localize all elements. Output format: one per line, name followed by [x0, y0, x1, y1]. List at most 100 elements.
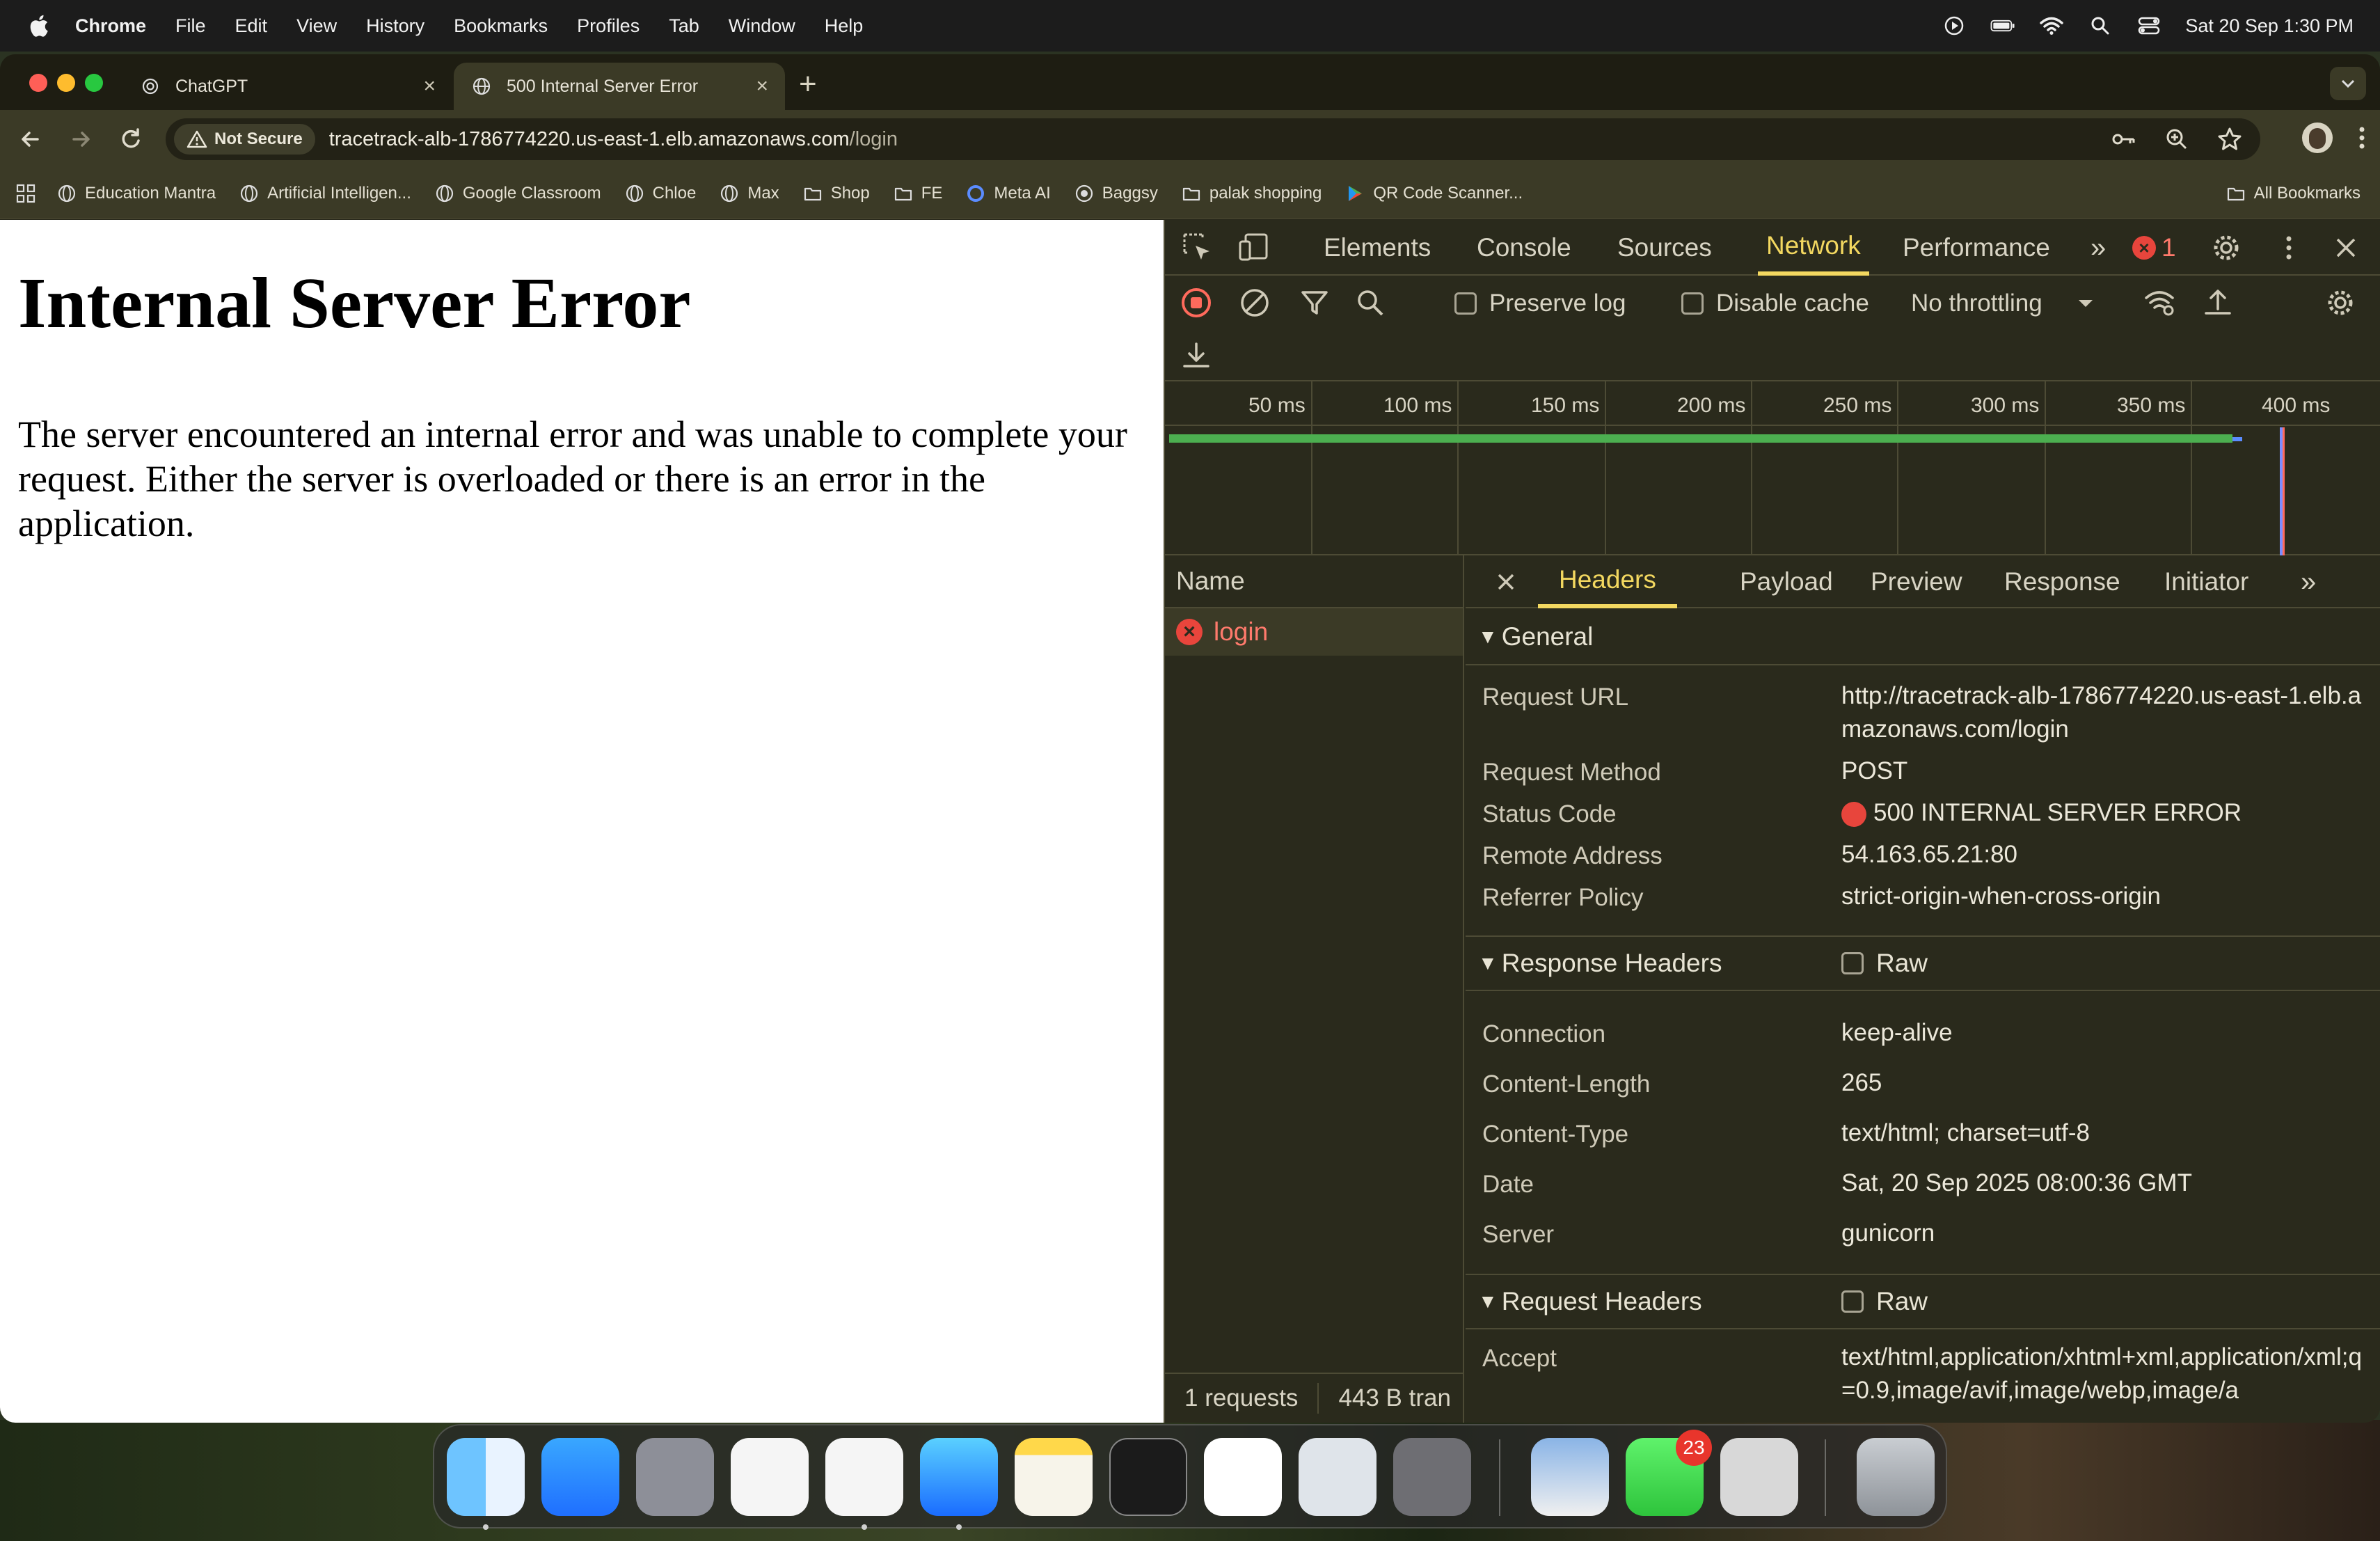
close-detail-icon[interactable]: [1492, 568, 1520, 596]
bookmark-folder-palak-shopping[interactable]: palak shopping: [1182, 184, 1322, 203]
back-arrow-icon[interactable]: [15, 124, 46, 155]
kebab-menu-icon[interactable]: [2358, 124, 2366, 152]
zoom-icon[interactable]: [2163, 125, 2191, 153]
bookmark-education-mantra[interactable]: Education Mantra: [57, 184, 216, 203]
section-response-headers[interactable]: ▼ Response Headers Raw: [1466, 935, 2380, 991]
network-conditions-icon[interactable]: [2142, 285, 2177, 320]
request-row-login[interactable]: × login: [1165, 608, 1463, 656]
record-stop-icon[interactable]: [1179, 285, 1214, 320]
bookmark-qr-code-scanner[interactable]: QR Code Scanner...: [1345, 184, 1523, 203]
url-text[interactable]: tracetrack-alb-1786774220.us-east-1.elb.…: [329, 128, 898, 151]
checkbox-box[interactable]: [1841, 952, 1864, 974]
menu-help[interactable]: Help: [825, 15, 864, 37]
bookmark-chloe[interactable]: Chloe: [625, 184, 696, 203]
device-toolbar-icon[interactable]: [1237, 230, 1272, 265]
raw-toggle[interactable]: Raw: [1841, 1287, 1928, 1316]
checkbox-box[interactable]: [1681, 292, 1704, 315]
window-zoom-button[interactable]: [85, 74, 103, 92]
detail-tab-headers[interactable]: Headers: [1538, 555, 1677, 608]
reload-icon[interactable]: [116, 124, 146, 155]
forward-arrow-icon[interactable]: [65, 124, 96, 155]
window-close-button[interactable]: [29, 74, 47, 92]
clear-icon[interactable]: [1237, 285, 1272, 320]
menu-edit[interactable]: Edit: [235, 15, 268, 37]
inspect-element-icon[interactable]: [1180, 230, 1215, 265]
section-general[interactable]: ▼ General: [1466, 610, 2380, 665]
window-minimize-button[interactable]: [57, 74, 75, 92]
settings-gear-icon[interactable]: [2209, 230, 2244, 265]
bookmark-google-classroom[interactable]: Google Classroom: [435, 184, 601, 203]
app-store-icon[interactable]: [541, 1438, 619, 1516]
play-icon[interactable]: [1942, 15, 1967, 36]
calculator-icon[interactable]: [1720, 1438, 1798, 1516]
launchpad-icon[interactable]: [636, 1438, 714, 1516]
apple-logo-icon[interactable]: [26, 13, 50, 38]
battery-icon[interactable]: [1990, 15, 2015, 36]
devtools-tab-elements[interactable]: Elements: [1324, 220, 1431, 276]
tab-close-icon[interactable]: ×: [756, 74, 768, 98]
photos-icon[interactable]: [731, 1438, 809, 1516]
raw-toggle[interactable]: Raw: [1841, 949, 1928, 978]
kebab-menu-icon[interactable]: [2271, 230, 2306, 265]
vscode-icon[interactable]: [1204, 1438, 1282, 1516]
devtools-tab-sources[interactable]: Sources: [1617, 220, 1712, 276]
finder-icon[interactable]: [447, 1438, 525, 1516]
tab-chatgpt[interactable]: ChatGPT ×: [122, 63, 452, 110]
terminal-icon[interactable]: [1109, 1438, 1187, 1516]
filter-icon[interactable]: [1297, 285, 1332, 320]
menu-window[interactable]: Window: [729, 15, 795, 37]
control-center-icon[interactable]: [2136, 15, 2161, 36]
bookmark-star-icon[interactable]: [2216, 125, 2244, 153]
devtools-tab-console[interactable]: Console: [1477, 220, 1571, 276]
bookmark-baggsy[interactable]: Baggsy: [1074, 184, 1158, 203]
all-bookmarks-button[interactable]: All Bookmarks: [2226, 184, 2361, 203]
error-count-badge[interactable]: × 1: [2132, 220, 2176, 276]
apps-grid-icon[interactable]: [15, 183, 36, 204]
menu-history[interactable]: History: [366, 15, 425, 37]
devtools-tab-performance[interactable]: Performance: [1903, 220, 2050, 276]
disable-cache-checkbox[interactable]: Disable cache: [1681, 290, 1869, 317]
devtools-tab-network[interactable]: Network: [1758, 220, 1869, 276]
tab-search-button[interactable]: [2330, 67, 2366, 100]
close-devtools-icon[interactable]: [2329, 230, 2363, 265]
search-icon[interactable]: [1353, 285, 1388, 320]
menu-file[interactable]: File: [175, 15, 206, 37]
bookmark-meta-ai[interactable]: Meta AI: [966, 184, 1051, 203]
tab-500-error[interactable]: 500 Internal Server Error ×: [454, 63, 785, 110]
new-tab-button[interactable]: +: [799, 67, 817, 102]
checkbox-box[interactable]: [1841, 1290, 1864, 1313]
detail-tab-payload[interactable]: Payload: [1740, 555, 1833, 608]
postgresql-icon[interactable]: [1299, 1438, 1377, 1516]
more-detail-tabs-chevron-icon[interactable]: »: [2301, 555, 2316, 608]
menubar-datetime[interactable]: Sat 20 Sep 1:30 PM: [2185, 15, 2354, 37]
profile-avatar[interactable]: [2302, 123, 2333, 153]
notes-icon[interactable]: [1015, 1438, 1093, 1516]
chrome-icon[interactable]: [825, 1438, 903, 1516]
password-key-icon[interactable]: [2110, 125, 2138, 153]
bookmark-folder-shop[interactable]: Shop: [803, 184, 870, 203]
import-har-icon[interactable]: [2200, 285, 2235, 320]
trash-icon[interactable]: [1857, 1438, 1935, 1516]
menu-profiles[interactable]: Profiles: [577, 15, 640, 37]
bookmark-max[interactable]: Max: [720, 184, 779, 203]
detail-tab-response[interactable]: Response: [2004, 555, 2120, 608]
network-settings-gear-icon[interactable]: [2323, 285, 2358, 320]
menu-tab[interactable]: Tab: [669, 15, 699, 37]
detail-tab-initiator[interactable]: Initiator: [2164, 555, 2248, 608]
menu-app-name[interactable]: Chrome: [75, 15, 146, 37]
export-har-icon[interactable]: [1179, 338, 1214, 373]
wifi-icon[interactable]: [2039, 15, 2064, 36]
bookmark-artificial-intelligence[interactable]: Artificial Intelligen...: [239, 184, 411, 203]
network-overview-timeline[interactable]: 50 ms 100 ms 150 ms 200 ms 250 ms 300 ms…: [1165, 381, 2380, 555]
checkbox-box[interactable]: [1454, 292, 1477, 315]
detail-tab-preview[interactable]: Preview: [1871, 555, 1962, 608]
address-bar[interactable]: Not Secure tracetrack-alb-1786774220.us-…: [166, 118, 2260, 160]
system-settings-icon[interactable]: [1393, 1438, 1471, 1516]
bookmark-folder-fe[interactable]: FE: [894, 184, 942, 203]
tab-close-icon[interactable]: ×: [423, 74, 436, 98]
section-request-headers[interactable]: ▼ Request Headers Raw: [1466, 1274, 2380, 1329]
menu-bookmarks[interactable]: Bookmarks: [454, 15, 548, 37]
more-tabs-chevron-icon[interactable]: »: [2091, 220, 2106, 276]
safari-icon[interactable]: [920, 1438, 998, 1516]
preserve-log-checkbox[interactable]: Preserve log: [1454, 290, 1626, 317]
